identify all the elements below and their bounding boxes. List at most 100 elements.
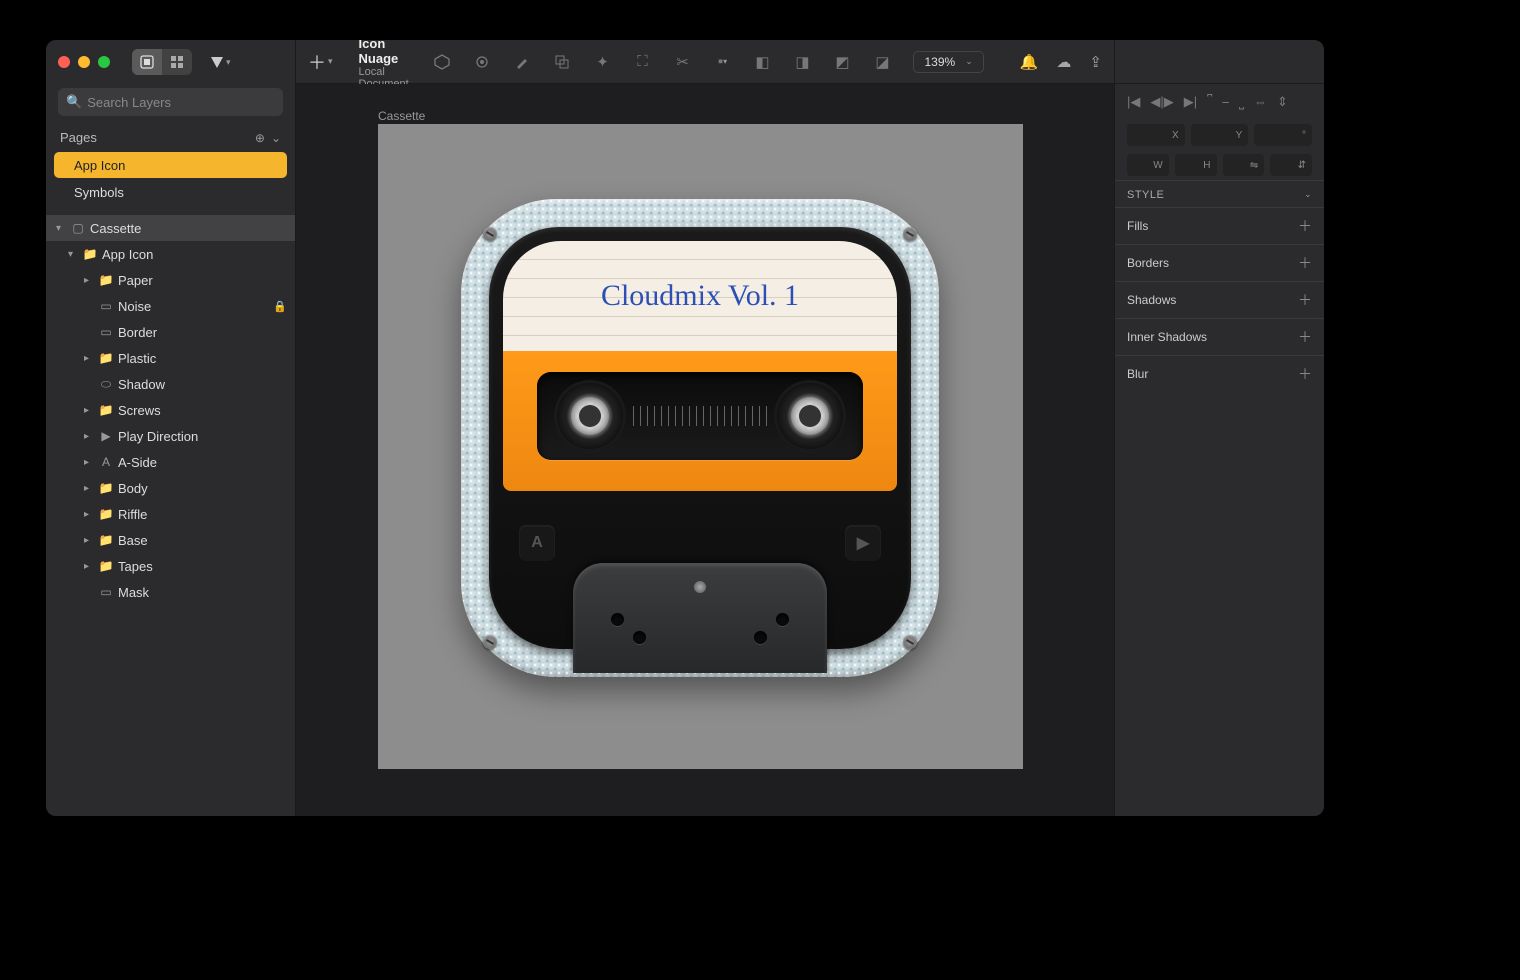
layer-a-side[interactable]: ▸AA-Side xyxy=(46,449,295,475)
layer-app-icon[interactable]: ▾ 📁 App Icon xyxy=(46,241,295,267)
layer-mask[interactable]: ▭Mask xyxy=(46,579,295,605)
style-section-inner-shadows[interactable]: Inner Shadows＋ xyxy=(1115,318,1324,355)
notifications-icon[interactable]: 🔔 xyxy=(1020,53,1039,71)
hole-icon xyxy=(776,613,789,626)
style-section-fills[interactable]: Fills＋ xyxy=(1115,207,1324,244)
chevron-right-icon[interactable]: ▸ xyxy=(84,405,94,416)
layer-cassette[interactable]: ▾ ▢ Cassette xyxy=(46,215,295,241)
insert-button[interactable]: ＋▾ xyxy=(308,49,333,75)
align-middle-icon[interactable]: ⎯ xyxy=(1222,94,1229,110)
flip-v-icon[interactable]: ⇵ xyxy=(1270,154,1312,176)
add-icon[interactable]: ＋ xyxy=(1298,290,1312,310)
symbol-tool-icon[interactable] xyxy=(433,53,451,71)
tidy-tool-icon[interactable]: ✦ xyxy=(593,53,611,71)
lock-icon: 🔒 xyxy=(273,300,287,313)
distribute-h-icon[interactable]: ⇔ xyxy=(1254,94,1267,110)
chevron-right-icon[interactable]: ▸ xyxy=(84,353,94,364)
style-section-shadows[interactable]: Shadows＋ xyxy=(1115,281,1324,318)
add-page-button[interactable]: ⊕ xyxy=(255,131,265,145)
export-icon[interactable]: ⇪ xyxy=(1089,53,1102,71)
style-header[interactable]: STYLE⌄ xyxy=(1115,180,1324,207)
page-item-symbols[interactable]: Symbols xyxy=(54,179,287,205)
insert-shape-button[interactable]: ▾ xyxy=(210,55,231,69)
pages-chevron-icon[interactable]: ⌄ xyxy=(271,131,281,145)
artboard-icon: ▢ xyxy=(70,221,86,235)
align-center-h-icon[interactable]: ◀|▶ xyxy=(1150,94,1173,110)
layer-plastic[interactable]: ▸📁Plastic xyxy=(46,345,295,371)
align-controls: |◀ ◀|▶ ▶| ⎴ ⎯ ⎵ ⇔ ⇕ xyxy=(1115,84,1324,120)
layer-base[interactable]: ▸📁Base xyxy=(46,527,295,553)
cassette-body: Cloudmix Vol. 1 A xyxy=(489,227,911,649)
layer-border[interactable]: ▭Border xyxy=(46,319,295,345)
geometry-row-2: W H ⇋ ⇵ xyxy=(1115,150,1324,180)
layer-type-icon: 📁 xyxy=(98,533,114,547)
layers-view-button[interactable] xyxy=(132,49,162,75)
layer-paper[interactable]: ▸📁Paper xyxy=(46,267,295,293)
canvas[interactable]: Cassette Cloudmix Vol. 1 xyxy=(296,84,1114,816)
align-right-icon[interactable]: ▶| xyxy=(1184,94,1197,110)
cloud-user-icon[interactable]: ☁ xyxy=(1056,53,1071,71)
layer-type-icon: ▭ xyxy=(98,325,114,339)
circle-tool-icon[interactable] xyxy=(473,53,491,71)
close-icon[interactable] xyxy=(58,56,70,68)
play-direction-icon: ▶ xyxy=(845,525,881,561)
chevron-right-icon[interactable]: ▸ xyxy=(84,431,94,442)
layer-play-direction[interactable]: ▸▶Play Direction xyxy=(46,423,295,449)
chevron-right-icon[interactable]: ▸ xyxy=(84,509,94,520)
difference-tool-icon[interactable]: ◪ xyxy=(873,53,891,71)
layer-screws[interactable]: ▸📁Screws xyxy=(46,397,295,423)
flip-h-icon[interactable]: ⇋ xyxy=(1223,154,1265,176)
chevron-right-icon[interactable]: ▸ xyxy=(84,457,94,468)
cassette-icon[interactable]: Cloudmix Vol. 1 A xyxy=(461,199,939,677)
chevron-right-icon[interactable]: ▸ xyxy=(84,275,94,286)
y-input[interactable]: Y xyxy=(1191,124,1249,146)
align-top-icon[interactable]: ⎴ xyxy=(1207,94,1212,110)
components-view-button[interactable] xyxy=(162,49,192,75)
add-icon[interactable]: ＋ xyxy=(1298,253,1312,273)
add-icon[interactable]: ＋ xyxy=(1298,364,1312,384)
chevron-right-icon[interactable]: ▸ xyxy=(84,535,94,546)
style-section-borders[interactable]: Borders＋ xyxy=(1115,244,1324,281)
layer-tapes[interactable]: ▸📁Tapes xyxy=(46,553,295,579)
intersect-tool-icon[interactable]: ◩ xyxy=(833,53,851,71)
distribute-v-icon[interactable]: ⇕ xyxy=(1277,94,1288,110)
app-window: ▾ 🔍 Search Layers Pages ⊕ ⌄ App Icon Sym… xyxy=(46,40,1324,816)
mask-tool-icon[interactable]: ▪▾ xyxy=(713,53,731,71)
a-side-badge: A xyxy=(519,525,555,561)
page-item-app-icon[interactable]: App Icon xyxy=(54,152,287,178)
zoom-icon[interactable] xyxy=(98,56,110,68)
layer-shadow[interactable]: ⬭Shadow xyxy=(46,371,295,397)
minimize-icon[interactable] xyxy=(78,56,90,68)
scissors-tool-icon[interactable]: ✂ xyxy=(673,53,691,71)
layer-body[interactable]: ▸📁Body xyxy=(46,475,295,501)
artboard[interactable]: Cloudmix Vol. 1 A xyxy=(378,124,1023,769)
search-placeholder: Search Layers xyxy=(87,95,171,110)
rotation-input[interactable]: ° xyxy=(1254,124,1312,146)
layer-noise[interactable]: ▭Noise🔒 xyxy=(46,293,295,319)
toolbar-tools: ✦ ⛶ ✂ ▪▾ ◧ ◨ ◩ ◪ 139%⌄ 🔔 ☁ ⇪ xyxy=(433,51,1102,73)
chevron-down-icon[interactable]: ▾ xyxy=(56,223,66,234)
resize-tool-icon[interactable]: ⛶ xyxy=(633,53,651,71)
h-input[interactable]: H xyxy=(1175,154,1217,176)
reel-right-icon xyxy=(777,383,843,449)
w-input[interactable]: W xyxy=(1127,154,1169,176)
chevron-right-icon[interactable]: ▸ xyxy=(84,483,94,494)
subtract-tool-icon[interactable]: ◨ xyxy=(793,53,811,71)
zoom-control[interactable]: 139%⌄ xyxy=(913,51,983,73)
chevron-down-icon[interactable]: ▾ xyxy=(68,249,78,260)
chevron-right-icon[interactable]: ▸ xyxy=(84,561,94,572)
search-input[interactable]: 🔍 Search Layers xyxy=(58,88,283,116)
x-input[interactable]: X xyxy=(1127,124,1185,146)
screw-icon xyxy=(694,581,706,593)
layer-type-icon: ▶ xyxy=(98,429,114,443)
artboard-label[interactable]: Cassette xyxy=(378,109,425,123)
pencil-tool-icon[interactable] xyxy=(513,53,531,71)
align-left-icon[interactable]: |◀ xyxy=(1127,94,1140,110)
boolean-tool-icon[interactable] xyxy=(553,53,571,71)
add-icon[interactable]: ＋ xyxy=(1298,327,1312,347)
union-tool-icon[interactable]: ◧ xyxy=(753,53,771,71)
style-section-blur[interactable]: Blur＋ xyxy=(1115,355,1324,392)
add-icon[interactable]: ＋ xyxy=(1298,216,1312,236)
align-bottom-icon[interactable]: ⎵ xyxy=(1239,94,1244,110)
layer-riffle[interactable]: ▸📁Riffle xyxy=(46,501,295,527)
